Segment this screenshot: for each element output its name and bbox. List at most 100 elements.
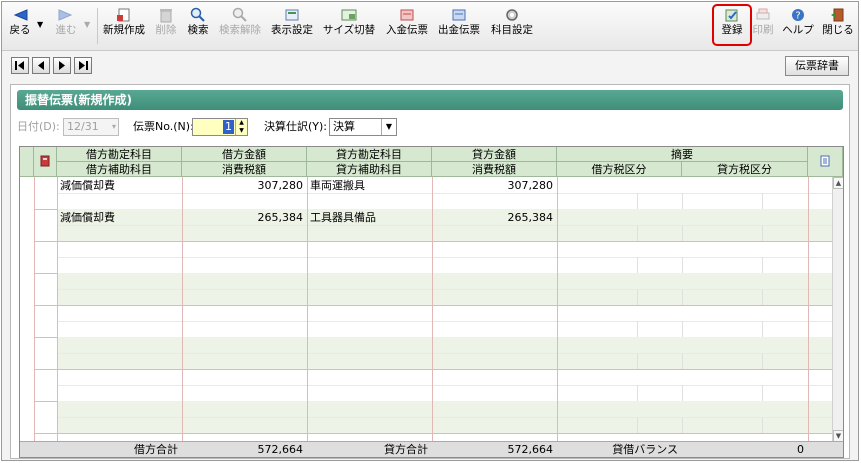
first-record-button[interactable]	[11, 57, 29, 74]
tax-subcolumn-line	[682, 385, 683, 401]
delete-button[interactable]: 削除	[152, 5, 180, 47]
row1-debit-account[interactable]: 減価償却費	[57, 178, 182, 193]
forward-dropdown-icon[interactable]: ▼	[84, 20, 90, 29]
credit-sub-account-header[interactable]: 貸方補助科目	[307, 162, 432, 177]
search-clear-button[interactable]: 検索解除	[216, 5, 264, 47]
separator	[97, 8, 98, 44]
date-picker-icon[interactable]: ▾	[112, 119, 116, 135]
last-record-icon	[79, 61, 88, 70]
new-button[interactable]: 新規作成	[100, 5, 148, 47]
row-subline	[57, 193, 832, 194]
row-line	[34, 241, 832, 242]
tax-subcolumn-line	[762, 225, 763, 241]
search-button[interactable]: 検索	[184, 5, 212, 47]
column-line	[34, 177, 35, 441]
toolbar: 戻る ▼ 進む ▼ 新規作成 削除 検索 検索解除 表示設定 サイズ切替 入金伝…	[2, 2, 858, 51]
back-dropdown-icon[interactable]: ▼	[37, 20, 43, 29]
forward-arrow-icon	[58, 9, 73, 21]
slip-dictionary-button[interactable]: 伝票辞書	[785, 56, 849, 76]
balance-label: 貸借バランス	[612, 443, 678, 456]
column-line	[808, 177, 809, 441]
row-subline	[57, 289, 832, 290]
display-settings-icon	[285, 9, 299, 21]
scroll-up-icon[interactable]: ▲	[833, 177, 843, 189]
withdrawal-slip-icon	[452, 9, 466, 21]
date-input[interactable]: 12/31 ▾	[63, 118, 119, 136]
register-icon	[725, 9, 738, 22]
row1-credit-amount[interactable]: 307,280	[432, 178, 557, 193]
description-header[interactable]: 摘要	[557, 147, 808, 162]
tax-subcolumn-line	[637, 289, 638, 305]
row2-debit-amount[interactable]: 265,384	[182, 210, 307, 225]
previous-record-button[interactable]	[32, 57, 50, 74]
tax-subcolumn-line	[637, 417, 638, 433]
closing-entry-value: 決算	[333, 120, 355, 133]
print-button[interactable]: 印刷	[750, 5, 776, 47]
row2-credit-amount[interactable]: 265,384	[432, 210, 557, 225]
last-record-button[interactable]	[74, 57, 92, 74]
debit-tax-header[interactable]: 消費税額	[182, 162, 307, 177]
next-record-icon	[59, 61, 65, 70]
memo-header	[808, 147, 843, 177]
next-record-button[interactable]	[53, 57, 71, 74]
deposit-slip-button[interactable]: 入金伝票	[383, 5, 431, 47]
tax-subcolumn-line	[762, 385, 763, 401]
tax-subcolumn-line	[682, 321, 683, 337]
withdrawal-slip-button[interactable]: 出金伝票	[435, 5, 483, 47]
tax-subcolumn-line	[637, 385, 638, 401]
forward-button[interactable]: 進む	[50, 5, 82, 47]
row-subline	[57, 257, 832, 258]
row1-credit-account[interactable]: 車両運搬具	[307, 178, 432, 193]
debit-total-label: 借方合計	[134, 443, 178, 456]
date-value: 12/31	[67, 120, 99, 133]
debit-sub-account-header[interactable]: 借方補助科目	[57, 162, 182, 177]
tax-subcolumn-line	[682, 353, 683, 369]
back-button[interactable]: 戻る	[6, 5, 34, 47]
tax-subcolumn-line	[762, 289, 763, 305]
tax-subcolumn-line	[762, 417, 763, 433]
column-line	[557, 177, 558, 441]
register-button[interactable]: 登録	[716, 5, 748, 47]
help-button[interactable]: ? ヘルプ	[780, 5, 816, 47]
debit-account-header[interactable]: 借方勘定科目	[57, 147, 182, 162]
closing-entry-select[interactable]: 決算 ▼	[329, 118, 397, 136]
grid-scrollbar[interactable]: ▲ ▼	[832, 177, 843, 442]
row2-credit-account[interactable]: 工具器具備品	[307, 210, 432, 225]
debit-tax-class-header[interactable]: 借方税区分	[557, 162, 682, 177]
row-subline	[57, 321, 832, 322]
closing-dropdown-icon[interactable]: ▼	[381, 119, 396, 135]
credit-tax-class-header[interactable]: 貸方税区分	[682, 162, 808, 177]
balance-value: 0	[797, 443, 804, 456]
help-icon: ?	[792, 9, 804, 22]
journal-window: 戻る ▼ 進む ▼ 新規作成 削除 検索 検索解除 表示設定 サイズ切替 入金伝…	[1, 1, 859, 461]
attachment-header	[34, 147, 57, 177]
closing-entry-label: 決算仕訳(Y):	[264, 120, 328, 133]
credit-account-header[interactable]: 貸方勘定科目	[307, 147, 432, 162]
tax-subcolumn-line	[637, 321, 638, 337]
tax-subcolumn-line	[762, 193, 763, 209]
back-arrow-icon	[13, 9, 28, 21]
debit-amount-header[interactable]: 借方金額	[182, 147, 307, 162]
credit-total-value: 572,664	[507, 443, 554, 456]
spin-down-icon[interactable]: ▼	[235, 127, 247, 135]
size-toggle-button[interactable]: サイズ切替	[320, 5, 378, 47]
trash-icon	[160, 9, 172, 23]
display-settings-button[interactable]: 表示設定	[268, 5, 316, 47]
memo-icon[interactable]	[820, 155, 830, 167]
svg-text:?: ?	[795, 11, 800, 22]
row2-debit-account[interactable]: 減価償却費	[57, 210, 182, 225]
row-subline	[57, 417, 832, 418]
row-selector-header	[20, 147, 34, 177]
credit-tax-header[interactable]: 消費税額	[432, 162, 557, 177]
credit-amount-header[interactable]: 貸方金額	[432, 147, 557, 162]
tax-subcolumn-line	[637, 225, 638, 241]
row-subline	[57, 353, 832, 354]
row1-debit-amount[interactable]: 307,280	[182, 178, 307, 193]
printer-icon	[756, 8, 770, 20]
row-line	[34, 433, 832, 434]
tax-subcolumn-line	[682, 193, 683, 209]
spin-up-icon[interactable]: ▲	[235, 119, 247, 127]
close-button[interactable]: 閉じる	[820, 5, 856, 47]
account-settings-button[interactable]: 科目設定	[488, 5, 536, 47]
slip-no-input[interactable]: 1 ▲ ▼	[192, 118, 248, 136]
